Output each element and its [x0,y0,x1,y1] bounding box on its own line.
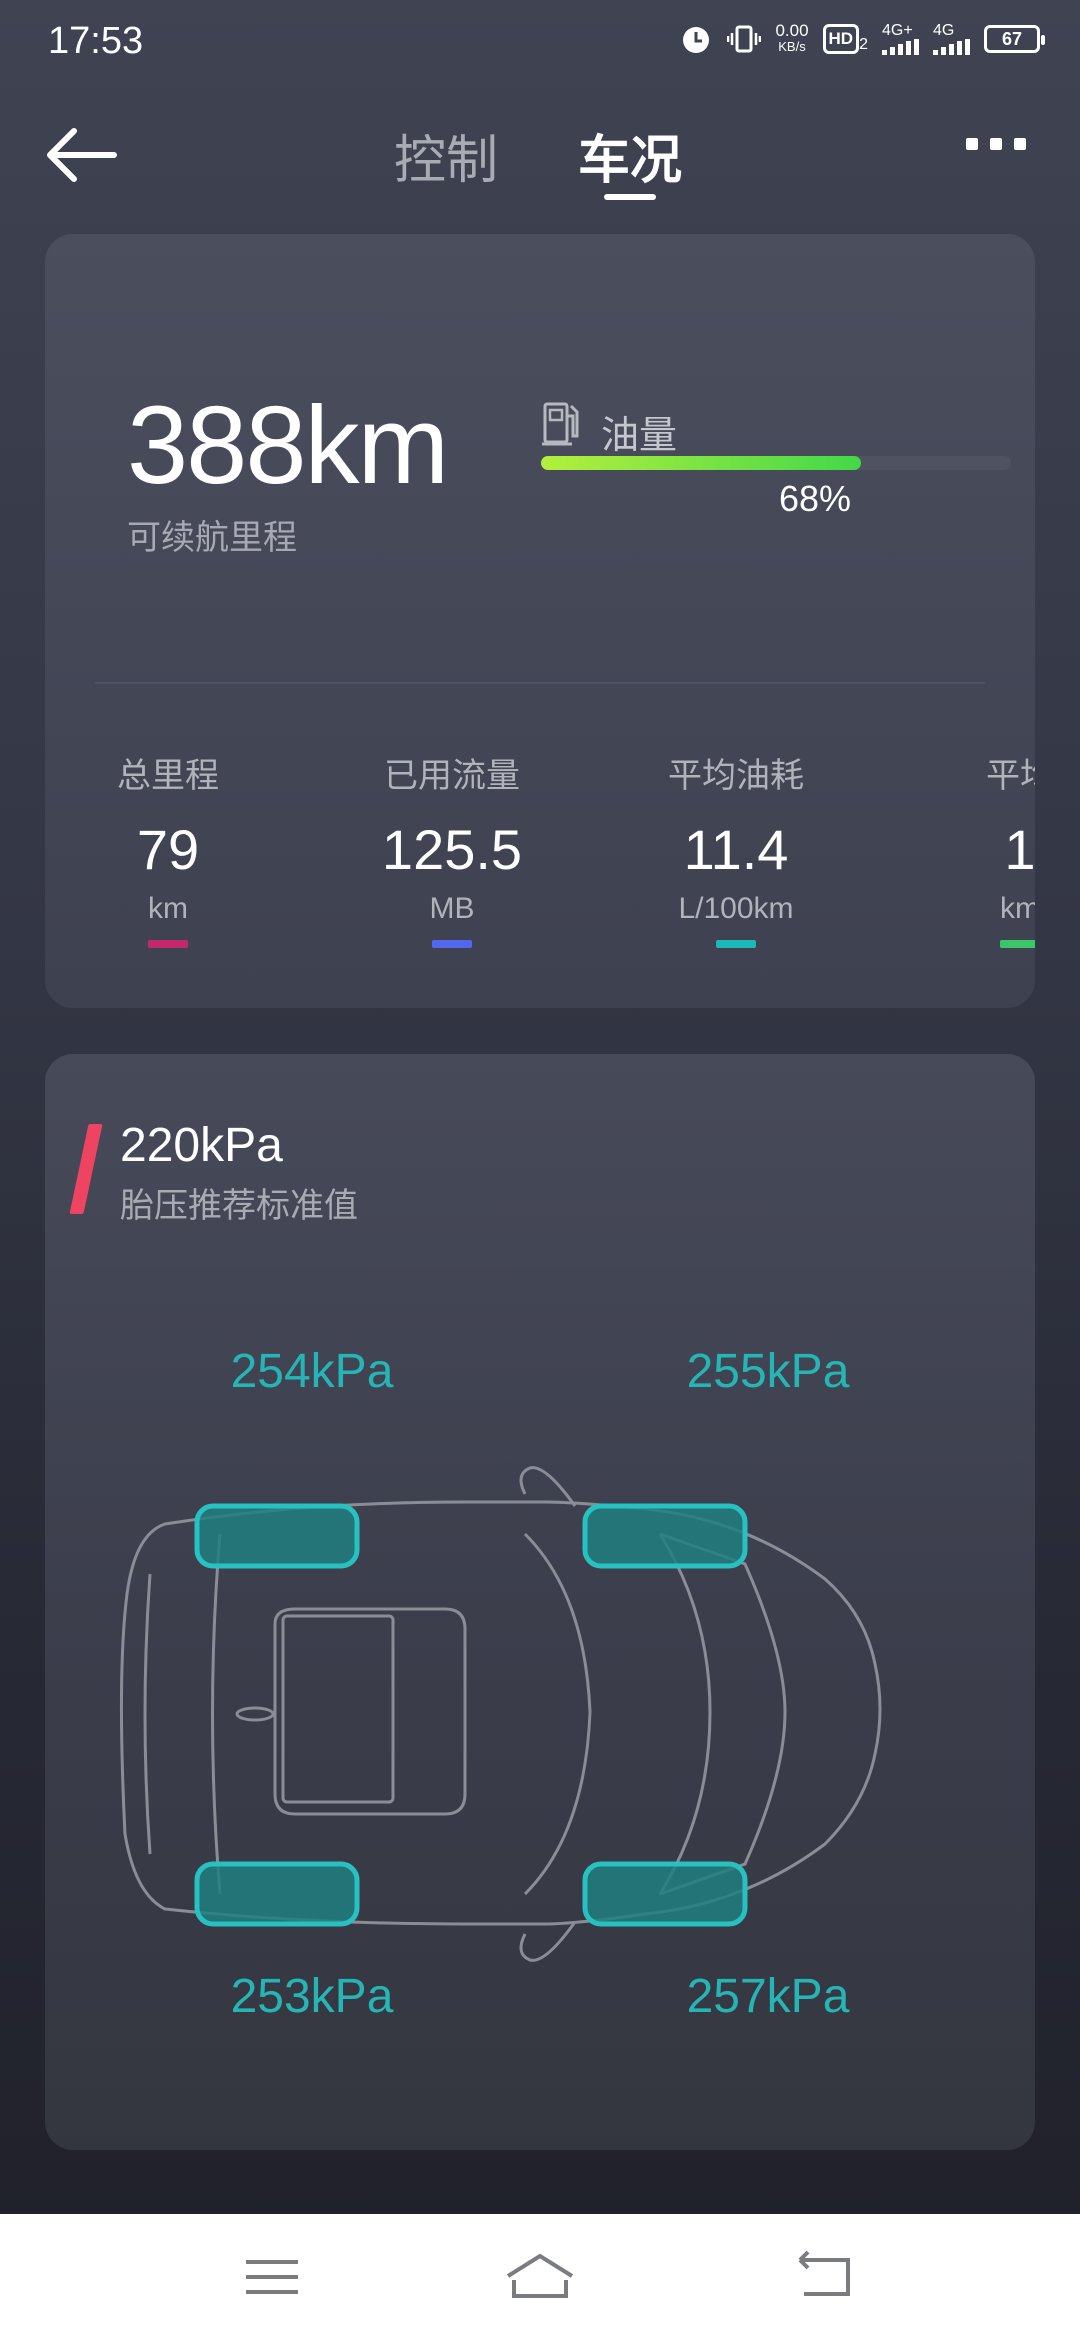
stat-label: 平均 [986,757,1035,795]
stat-label: 平均油耗 [668,757,804,795]
divider [95,682,985,684]
side-mirror [519,1921,577,1962]
net-speed-value: 0.00 [775,21,809,40]
stat-label: 已用流量 [384,757,520,795]
recommended-accent-bar [69,1124,103,1214]
range-label: 可续航里程 [127,519,297,557]
fuel-pump-icon [542,402,579,446]
tire-front-right-pressure: 255kPa [686,1345,850,1398]
stat-unit: MB [429,892,475,925]
battery-icon: 67 [984,25,1045,53]
stat-unit: L/100km [678,892,794,925]
sim2-label: 4G [933,22,955,39]
tire-rear-right-pressure: 257kPa [686,1970,850,2023]
fuel-level-fill [541,456,861,470]
stat-label: 总里程 [117,757,219,795]
vibrate-icon [727,22,762,56]
more-dot-icon [1014,138,1026,150]
side-mirror [519,1466,577,1507]
tire-pressure-card: 220kPa 胎压推荐标准值 254kPa 255kPa 253kPa 257k… [45,1054,1035,2150]
tire-front-left-icon [194,1503,360,1569]
tire-rear-left-icon [194,1861,360,1927]
fuel-percent: 68% [779,478,852,519]
menu-icon [246,2260,298,2294]
recent-apps-button[interactable] [232,2242,312,2312]
signal-sim2-icon: 4G [933,23,970,55]
stat-color-marker [148,940,188,948]
system-nav-bar [0,2214,1080,2340]
active-tab-indicator [604,194,656,200]
range-value: 388km [127,384,449,507]
stat-color-marker [432,940,472,948]
back-nav-button[interactable] [786,2242,866,2312]
tire-front-right-icon [582,1503,748,1569]
stat-data-used[interactable]: 已用流量 125.5 MB [332,748,572,948]
home-icon [506,2253,574,2298]
home-button[interactable] [500,2242,580,2312]
sim1-label: 4G+ [882,22,913,39]
tire-rear-right-icon [582,1861,748,1927]
more-dot-icon [966,138,978,150]
stat-unit: km [148,892,188,925]
hd-icon: HD 2 [822,24,868,54]
stat-avg-partial[interactable]: 平均 1 km [900,748,1035,948]
car-roof-panel [273,1607,467,1816]
range-card: 388km 可续航里程 油量 68% 总里程 79 km 已用流量 125.5 … [45,234,1035,1008]
more-dot-icon [990,138,1002,150]
stat-color-marker [1000,940,1035,948]
tab-control[interactable]: 控制 [394,118,498,193]
windshield-outline [523,1532,592,1896]
stat-value: 1 [1004,818,1035,881]
stat-total-mileage[interactable]: 总里程 79 km [48,748,288,948]
tab-condition[interactable]: 车况 [578,118,682,193]
back-nav-icon [798,2250,850,2296]
net-speed: 0.00 KB/s [775,21,809,55]
tab-bar: 控制 车况 [0,118,1080,198]
hd-sub: 2 [859,36,868,53]
more-options-button[interactable] [966,138,1026,150]
stat-value: 11.4 [683,818,789,881]
stat-value: 79 [136,818,200,881]
fuel-level-bar [541,456,1011,470]
signal-sim1-icon: 4G+ [882,23,919,55]
fuel-label: 油量 [601,415,678,457]
net-speed-unit: KB/s [778,39,806,54]
stat-color-marker [716,940,756,948]
car-top-view [119,1466,882,1962]
status-bar: 17:53 0.00 KB/s HD 2 4G+ 4G 67 [0,0,1080,84]
tire-front-left-pressure: 254kPa [230,1345,394,1398]
stat-unit: km [1000,892,1035,925]
status-icons: 0.00 KB/s HD 2 4G+ 4G 67 [679,21,1045,56]
tire-rear-left-pressure: 253kPa [230,1970,394,2023]
recommended-pressure-label: 胎压推荐标准值 [120,1187,358,1225]
stat-avg-fuel[interactable]: 平均油耗 11.4 L/100km [616,748,856,948]
alarm-icon [679,22,713,56]
hd-label: HD [822,24,860,54]
status-time: 17:53 [48,20,144,62]
stat-value: 125.5 [381,818,523,881]
recommended-pressure-value: 220kPa [120,1119,283,1172]
